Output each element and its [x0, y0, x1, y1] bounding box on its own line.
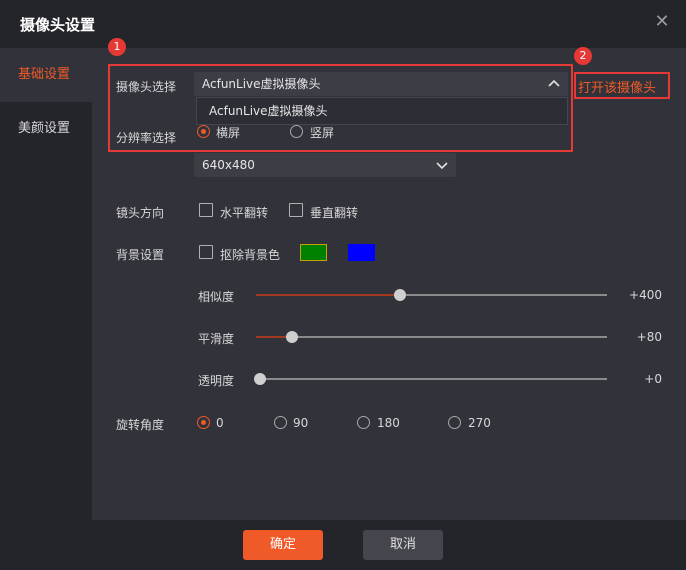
sidebar-item-label: 基础设置 — [18, 67, 71, 82]
rotation-270-label: 270 — [468, 416, 491, 430]
remove-bg-label: 抠除背景色 — [220, 248, 281, 262]
annotation-badge-2: 2 — [574, 47, 592, 65]
resolution-select[interactable]: 640x480 — [194, 153, 456, 177]
camera-select-value: AcfunLive虚拟摄像头 — [202, 77, 321, 91]
sidebar: 基础设置 美颜设置 — [0, 48, 92, 520]
horizontal-flip-label: 水平翻转 — [220, 206, 269, 220]
open-camera-link[interactable]: 打开该摄像头 — [578, 77, 656, 96]
smoothness-slider-fill — [256, 336, 288, 338]
dialog-title: 摄像头设置 — [20, 16, 96, 34]
transparency-slider-thumb[interactable] — [254, 373, 266, 385]
lens-direction-label: 镜头方向 — [116, 206, 165, 220]
rotation-0-label: 0 — [216, 416, 224, 430]
camera-label: 摄像头选择 — [116, 80, 177, 94]
smoothness-slider-thumb[interactable] — [285, 331, 298, 343]
orientation-portrait-label: 竖屏 — [310, 126, 335, 140]
similarity-slider-fill — [256, 294, 397, 296]
vertical-flip-checkbox[interactable] — [289, 203, 303, 217]
transparency-value: +0 — [644, 372, 662, 386]
orientation-portrait-radio[interactable] — [290, 125, 303, 138]
sidebar-item-label: 美颜设置 — [18, 121, 71, 136]
chevron-up-icon — [548, 72, 560, 96]
rotation-270-radio[interactable] — [448, 416, 461, 429]
smoothness-value: +80 — [636, 330, 662, 344]
color-swatch-1[interactable] — [300, 244, 327, 261]
cancel-button[interactable]: 取消 — [363, 530, 443, 560]
transparency-label: 透明度 — [198, 374, 235, 388]
rotation-90-label: 90 — [293, 416, 309, 430]
chevron-down-icon — [436, 153, 448, 177]
horizontal-flip-checkbox[interactable] — [199, 203, 213, 217]
smoothness-slider-track[interactable] — [256, 336, 607, 338]
resolution-select-value: 640x480 — [202, 158, 255, 172]
vertical-flip-label: 垂直翻转 — [310, 206, 359, 220]
rotation-180-radio[interactable] — [357, 416, 370, 429]
remove-bg-checkbox[interactable] — [199, 245, 213, 259]
close-icon[interactable]: ✕ — [652, 12, 672, 32]
camera-dropdown-option[interactable]: AcfunLive虚拟摄像头 — [196, 97, 568, 125]
rotation-180-label: 180 — [377, 416, 400, 430]
sidebar-item-beauty[interactable]: 美颜设置 — [0, 102, 92, 156]
similarity-label: 相似度 — [198, 290, 235, 304]
color-swatch-2[interactable] — [348, 244, 375, 261]
camera-select[interactable]: AcfunLive虚拟摄像头 — [194, 72, 568, 96]
similarity-value: +400 — [629, 288, 662, 302]
smoothness-label: 平滑度 — [198, 332, 235, 346]
rotation-90-radio[interactable] — [274, 416, 287, 429]
background-label: 背景设置 — [116, 248, 165, 262]
transparency-slider-track[interactable] — [256, 378, 607, 380]
orientation-landscape-radio[interactable] — [197, 125, 210, 138]
rotation-0-radio[interactable] — [197, 416, 210, 429]
sidebar-item-basic[interactable]: 基础设置 — [0, 48, 92, 102]
resolution-label: 分辨率选择 — [116, 131, 177, 145]
confirm-button[interactable]: 确定 — [243, 530, 323, 560]
dropdown-option-label: AcfunLive虚拟摄像头 — [209, 104, 328, 118]
orientation-landscape-label: 横屏 — [216, 126, 241, 140]
rotation-label: 旋转角度 — [116, 418, 165, 432]
annotation-badge-1: 1 — [108, 38, 126, 56]
